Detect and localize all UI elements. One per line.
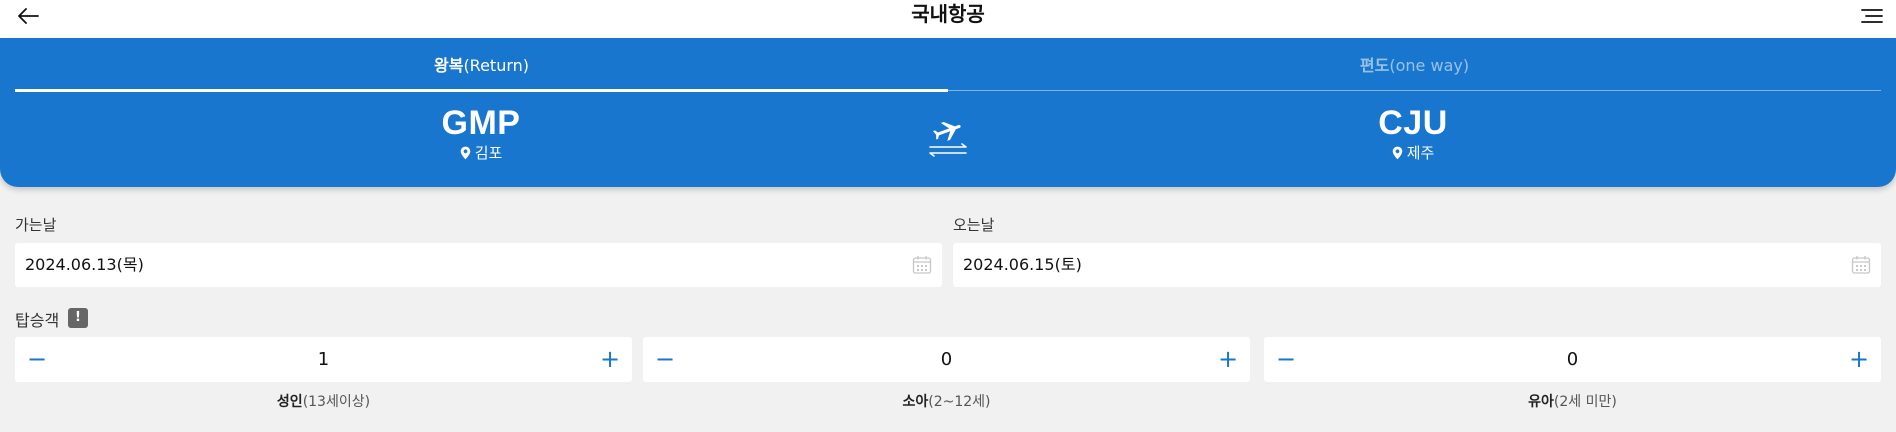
- active-tab-indicator: [15, 89, 948, 92]
- tab-return-label: 왕복: [433, 56, 464, 75]
- infant-caption: 유아(2세 미만): [1264, 391, 1881, 411]
- top-bar: 국내항공: [0, 0, 1896, 38]
- infant-count: 0: [1566, 349, 1579, 370]
- tab-oneway[interactable]: 편도(one way): [948, 54, 1881, 91]
- swap-route-button[interactable]: [926, 118, 970, 158]
- arrival-code: CJU: [1378, 104, 1448, 142]
- departure-city: 김포: [474, 144, 503, 162]
- tab-return[interactable]: 왕복(Return): [15, 54, 948, 91]
- departure-code: GMP: [441, 104, 521, 142]
- page-title: 국내항공: [911, 2, 985, 26]
- infant-label: 유아: [1528, 394, 1554, 410]
- adult-label: 성인: [276, 394, 303, 410]
- child-age-range: (2~12세): [928, 394, 991, 410]
- calendar-icon: [1851, 256, 1871, 274]
- menu-button[interactable]: [1856, 2, 1888, 30]
- passengers-label: 탑승객: [15, 311, 60, 330]
- location-pin-icon: [460, 146, 470, 160]
- airplane-swap-icon: [929, 121, 967, 157]
- return-date-label: 오는날: [953, 216, 995, 234]
- child-stepper: − 0 +: [643, 337, 1250, 382]
- depart-date-value: 2024.06.13(목): [25, 255, 144, 274]
- infant-age-range: (2세 미만): [1553, 394, 1617, 410]
- return-date-value: 2024.06.15(토): [963, 255, 1082, 274]
- departure-city-row: 김포: [331, 143, 631, 163]
- arrival-city: 제주: [1406, 144, 1435, 162]
- child-increment-button[interactable]: +: [1208, 337, 1248, 382]
- location-pin-icon: [1392, 146, 1402, 160]
- trip-type-tabs: 왕복(Return) 편도(one way): [15, 54, 1881, 91]
- hamburger-menu-icon: [1861, 9, 1883, 23]
- adult-age-range: (13세이상): [302, 394, 371, 410]
- adult-increment-button[interactable]: +: [590, 337, 630, 382]
- child-label: 소아: [902, 394, 929, 410]
- calendar-icon: [912, 256, 932, 274]
- passenger-info-badge[interactable]: !: [68, 308, 88, 328]
- arrival-city-row: 제주: [1263, 143, 1563, 163]
- return-date-field[interactable]: 2024.06.15(토): [953, 243, 1881, 287]
- tab-return-sublabel: (Return): [463, 56, 530, 75]
- child-count: 0: [940, 349, 953, 370]
- departure-airport[interactable]: GMP 김포: [331, 104, 631, 163]
- child-caption: 소아(2~12세): [643, 391, 1250, 411]
- tab-oneway-label: 편도: [1359, 56, 1390, 75]
- tab-oneway-sublabel: (one way): [1389, 56, 1470, 75]
- infant-increment-button[interactable]: +: [1839, 337, 1879, 382]
- arrival-airport[interactable]: CJU 제주: [1263, 104, 1563, 163]
- depart-date-field[interactable]: 2024.06.13(목): [15, 243, 942, 287]
- depart-date-label: 가는날: [15, 216, 57, 234]
- adult-count: 1: [317, 349, 330, 370]
- infant-stepper: − 0 +: [1264, 337, 1881, 382]
- adult-caption: 성인(13세이상): [15, 391, 632, 411]
- route-panel: 왕복(Return) 편도(one way) GMP 김포 CJU 제주: [0, 38, 1896, 187]
- adult-stepper: − 1 +: [15, 337, 632, 382]
